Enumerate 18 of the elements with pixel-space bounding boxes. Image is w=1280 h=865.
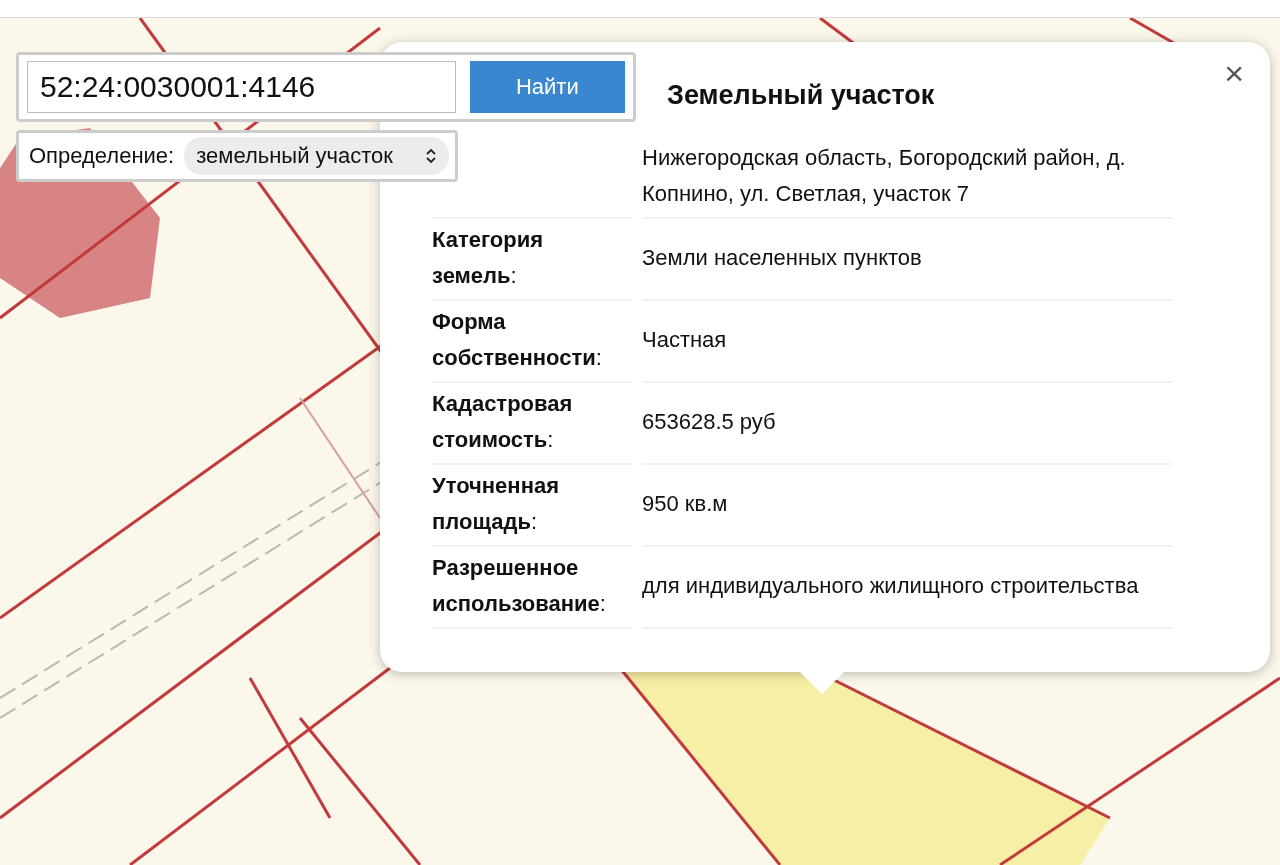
field-value: 950 кв.м	[642, 490, 728, 518]
field-label: Категория земель:	[432, 227, 544, 288]
popup-title: Земельный участок	[667, 80, 936, 111]
field-value: Частная	[642, 326, 727, 354]
cadastral-number-field[interactable]: 52:24:0030001:4146	[27, 61, 456, 113]
field-value: Земли населенных пунктов	[642, 244, 922, 272]
field-label: Разрешенное использование:	[432, 555, 606, 616]
field-label: Форма собственности:	[432, 309, 602, 370]
mode-select[interactable]: земельный участок	[184, 137, 449, 175]
field-label: Уточненная площадь:	[432, 473, 559, 534]
up-down-icon	[425, 147, 437, 165]
close-button[interactable]: ×	[1220, 56, 1248, 90]
field-value: для индивидуального жилищного строительства	[642, 572, 1139, 600]
field-label: Кадастровая стоимость:	[432, 391, 573, 452]
field-value: 653628.5 руб	[642, 408, 776, 436]
field-value: Нижегородская область, Богородский район, д. Копнино, ул. Светлая, участок 7	[642, 144, 1127, 208]
find-button[interactable]: Найти	[469, 61, 625, 113]
mode-label: Определение:	[29, 143, 175, 169]
